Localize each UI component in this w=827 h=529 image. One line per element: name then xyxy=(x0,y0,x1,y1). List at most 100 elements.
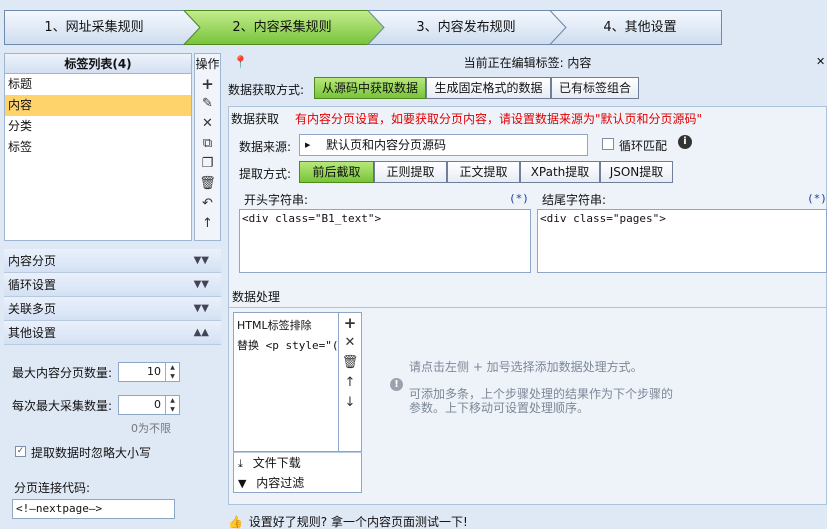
wizard-step-1[interactable]: 1、网址采集规则 xyxy=(4,10,184,45)
wizard-step-2[interactable]: 2、内容采集规则 xyxy=(192,10,372,45)
acquire-mode-label: 数据获取方式: xyxy=(228,83,305,97)
process-ops-toolbar: + ✕ 🗑 ↑ ↓ xyxy=(339,312,362,452)
file-download-action[interactable]: ⤓ 文件下载 xyxy=(234,453,361,473)
close-icon[interactable]: ✕ xyxy=(816,55,825,68)
acquire-fixed-format-button[interactable]: 生成固定格式的数据 xyxy=(426,77,551,99)
wizard-step-3[interactable]: 3、内容发布规则 xyxy=(376,10,556,45)
process-actions: ⤓ 文件下载 ▼ 内容过滤 xyxy=(233,452,362,493)
accordion-linked-pages-label: 关联多页 xyxy=(8,302,57,316)
other-settings-panel: 最大内容分页数量: 10 ▲ ▼ 每次最大采集数量: 0 ▲ ▼ 0为不限 ✓ 提取… xyxy=(4,345,221,529)
tag-ops-toolbar: 操作 + ✎ ✕ ⧉ ❐ 🗑 ↶ ↑ xyxy=(194,53,221,241)
chevron-up-icon: ▲▲ xyxy=(193,327,209,338)
end-wildcard-marker[interactable]: (*) xyxy=(807,192,827,205)
extract-xpath-button[interactable]: XPath提取 xyxy=(520,161,600,183)
stepper-arrows-icon[interactable]: ▲ ▼ xyxy=(165,363,179,381)
chevron-down-icon: ▼▼ xyxy=(193,255,209,266)
stepper-arrows-icon[interactable]: ▲ ▼ xyxy=(165,396,179,414)
start-string-input[interactable]: <div class="B1_text"> xyxy=(239,209,531,273)
thumbs-up-icon: 👍 xyxy=(228,515,243,529)
loop-match-label: 循环匹配 xyxy=(619,139,668,153)
editor-title: 当前正在编辑标签: 内容 xyxy=(463,56,592,70)
process-list: HTML标签排除 替换 <p style="(* xyxy=(233,312,339,452)
data-acquire-title: 数据获取 xyxy=(231,112,280,126)
source-value: 默认页和内容分页源码 xyxy=(326,138,447,152)
accordion-content-paging-label: 内容分页 xyxy=(8,254,57,268)
content-filter-label: 内容过滤 xyxy=(256,476,305,490)
test-footer[interactable]: 👍 设置好了规则? 拿一个内容页面测试一下! xyxy=(228,513,827,529)
end-string-input[interactable]: <div class="pages"> xyxy=(537,209,827,273)
end-string-label: 结尾字符串: xyxy=(542,193,607,207)
accordion-content-paging[interactable]: 内容分页 ▼▼ xyxy=(4,249,221,273)
start-wildcard-marker[interactable]: (*) xyxy=(509,192,529,205)
acquire-from-source-button[interactable]: 从源码中获取数据 xyxy=(314,77,426,99)
triangle-right-icon: ▶ xyxy=(305,141,311,149)
max-collect-stepper[interactable]: 0 ▲ ▼ xyxy=(118,395,180,415)
extract-json-button[interactable]: JSON提取 xyxy=(600,161,673,183)
file-download-label: 文件下载 xyxy=(252,456,301,470)
chevron-down-icon: ▼▼ xyxy=(193,279,209,290)
max-pages-value: 10 xyxy=(147,365,161,378)
start-string-label: 开头字符串: xyxy=(244,193,309,207)
max-collect-value: 0 xyxy=(154,398,161,411)
move-down-icon[interactable]: ↓ xyxy=(339,393,361,413)
undo-icon[interactable]: ↶ xyxy=(195,194,220,214)
move-up-icon[interactable]: ↑ xyxy=(195,214,220,234)
copy-icon[interactable]: ⧉ xyxy=(195,134,220,154)
ignore-case-label: 提取数据时忽略大小写 xyxy=(31,446,152,460)
process-item-html-exclude[interactable]: HTML标签排除 xyxy=(234,313,338,336)
data-process-title: 数据处理 xyxy=(232,290,281,304)
extract-mode-label: 提取方式: xyxy=(239,167,292,181)
ignore-case-checkbox[interactable]: ✓ xyxy=(15,446,26,457)
tag-item-tags[interactable]: 标签 xyxy=(5,137,191,158)
max-collect-label: 每次最大采集数量: xyxy=(12,399,113,413)
add-icon[interactable]: + xyxy=(195,74,220,94)
ops-title: 操作 xyxy=(195,57,220,71)
tag-list-header: 标签列表(4) xyxy=(5,54,191,74)
download-icon: ⤓ xyxy=(238,457,243,470)
page-join-label: 分页连接代码: xyxy=(14,481,91,495)
max-pages-stepper[interactable]: 10 ▲ ▼ xyxy=(118,362,180,382)
tag-item-category[interactable]: 分类 xyxy=(5,116,191,137)
process-hint-line3: 参数。上下移动可设置处理顺序。 xyxy=(409,401,590,415)
add-icon[interactable]: + xyxy=(339,313,361,333)
hint-exclamation-icon: ! xyxy=(390,378,403,391)
tag-list: 标签列表(4) 标题 内容 分类 标签 xyxy=(4,53,192,241)
tag-item-content[interactable]: 内容 xyxy=(5,95,191,116)
edit-icon[interactable]: ✎ xyxy=(195,94,220,114)
loop-match-checkbox[interactable] xyxy=(602,138,614,150)
acquire-combine-tags-button[interactable]: 已有标签组合 xyxy=(551,77,639,99)
paste-icon[interactable]: ❐ xyxy=(195,154,220,174)
info-icon[interactable]: i xyxy=(678,135,692,149)
max-collect-hint: 0为不限 xyxy=(131,422,171,435)
move-up-icon[interactable]: ↑ xyxy=(339,373,361,393)
chevron-down-icon: ▼▼ xyxy=(193,303,209,314)
process-item-replace[interactable]: 替换 <p style="(* xyxy=(234,336,338,356)
test-footer-text: 设置好了规则? 拿一个内容页面测试一下! xyxy=(248,515,468,529)
wizard-steps: 1、网址采集规则 2、内容采集规则 3、内容发布规则 4、其他设置 xyxy=(4,10,722,45)
accordion-linked-pages[interactable]: 关联多页 ▼▼ xyxy=(4,297,221,321)
content-filter-action[interactable]: ▼ 内容过滤 xyxy=(234,473,361,493)
accordion-loop-settings[interactable]: 循环设置 ▼▼ xyxy=(4,273,221,297)
max-pages-label: 最大内容分页数量: xyxy=(12,366,113,380)
extract-regex-button[interactable]: 正则提取 xyxy=(374,161,447,183)
extract-body-button[interactable]: 正文提取 xyxy=(447,161,520,183)
accordion-other-settings-label: 其他设置 xyxy=(8,326,57,340)
source-select[interactable]: ▶ 默认页和内容分页源码 xyxy=(299,134,588,156)
trash-icon[interactable]: 🗑 xyxy=(195,174,220,194)
data-acquire-section: 数据获取 有内容分页设置，如要获取分页内容，请设置数据来源为"默认页和分页源码"… xyxy=(228,106,827,331)
filter-icon: ▼ xyxy=(238,477,247,490)
page-join-input[interactable]: <!—nextpage—> xyxy=(12,499,175,519)
delete-icon[interactable]: ✕ xyxy=(339,333,361,353)
tag-item-title[interactable]: 标题 xyxy=(5,74,191,95)
extract-before-after-button[interactable]: 前后截取 xyxy=(299,161,374,183)
source-label: 数据来源: xyxy=(239,140,292,154)
delete-icon[interactable]: ✕ xyxy=(195,114,220,134)
data-process-section: HTML标签排除 替换 <p style="(* + ✕ 🗑 ↑ ↓ ⤓ 文件下… xyxy=(228,307,827,505)
left-panel: 标签列表(4) 标题 内容 分类 标签 操作 + ✎ ✕ ⧉ ❐ 🗑 ↶ ↑ 内… xyxy=(4,53,221,529)
accordion-loop-settings-label: 循环设置 xyxy=(8,278,57,292)
trash-icon[interactable]: 🗑 xyxy=(339,353,361,373)
wizard-step-4[interactable]: 4、其他设置 xyxy=(558,10,722,45)
process-hint-line1: 请点击左侧 + 加号选择添加数据处理方式。 xyxy=(409,360,643,374)
accordion-other-settings[interactable]: 其他设置 ▲▲ xyxy=(4,321,221,345)
editor-panel: 📍 当前正在编辑标签: 内容 ✕ 数据获取方式: 从源码中获取数据 生成固定格式… xyxy=(228,53,827,529)
